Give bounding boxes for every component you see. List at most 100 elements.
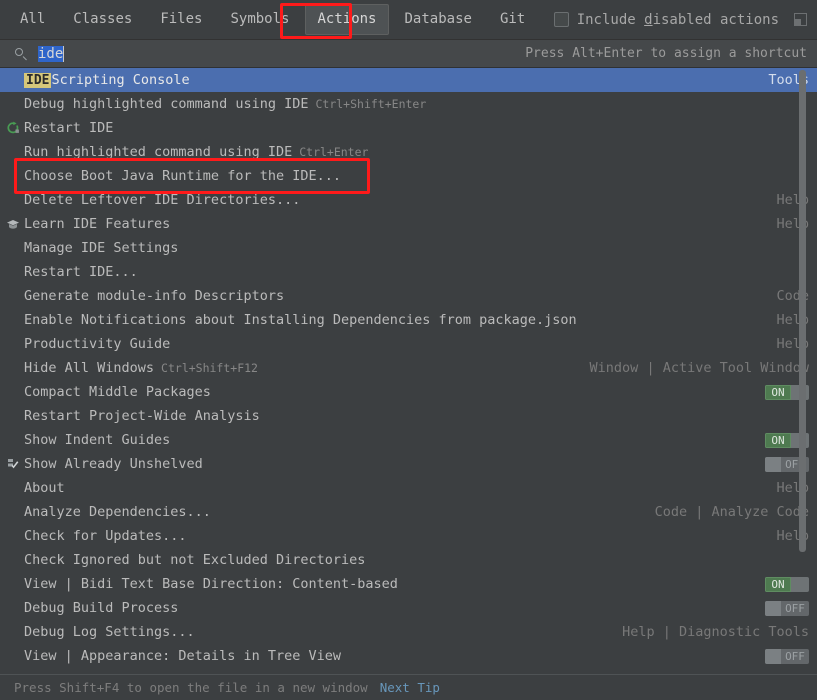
toggle-knob [765,601,781,616]
include-disabled-actions-label: Include disabled actions [576,11,779,28]
list-item[interactable]: Check Ignored but not Excluded Directori… [0,548,817,572]
tab-files[interactable]: Files [148,4,214,35]
row-gutter [2,500,24,524]
results-scrollbar[interactable] [799,68,806,674]
tab-actions[interactable]: Actions [305,4,389,35]
list-item[interactable]: Delete Leftover IDE Directories... Help [0,188,817,212]
graduation-cap-icon [2,212,24,236]
row-gutter [2,620,24,644]
row-gutter [2,332,24,356]
list-item[interactable]: Analyze Dependencies... Code | Analyze Co… [0,500,817,524]
row-gutter [2,644,24,668]
list-item[interactable]: Generate module-info Descriptors Code [0,284,817,308]
list-item[interactable]: Restart IDE... [0,260,817,284]
list-item[interactable]: Debug highlighted command using IDE Ctrl+… [0,92,817,116]
list-item-label: About [24,480,65,496]
toggle-knob [765,457,781,472]
list-item-label: Generate module-info Descriptors [24,288,285,304]
list-item-label: Check for Updates... [24,528,187,544]
search-icon-ring [15,47,23,56]
row-gutter [2,164,24,188]
list-item-label: Run highlighted command using IDE [24,144,293,160]
list-item[interactable]: View | Bidi Text Base Direction: Content… [0,572,817,596]
list-item-label: Hide All Windows [24,360,155,376]
include-disabled-actions-control[interactable]: Include disabled actions [553,11,785,28]
toggle-state-label: ON [765,433,791,448]
tab-git[interactable]: Git [488,4,537,35]
search-icon [14,47,28,61]
list-item[interactable]: Debug Build Process OFF [0,596,817,620]
list-item-label: Enable Notifications about Installing De… [24,312,577,328]
list-item[interactable]: IDE Scripting Console Tools [0,68,817,92]
row-gutter [2,188,24,212]
text-caret [63,45,65,62]
filter-icon[interactable] [791,10,811,30]
results-scrollbar-thumb[interactable] [799,70,806,552]
list-item[interactable]: Productivity Guide Help [0,332,817,356]
row-gutter [2,476,24,500]
row-gutter [2,92,24,116]
status-bar-text: Press Shift+F4 to open the file in a new… [14,680,368,695]
list-item-label: Restart IDE [24,120,114,136]
list-item-label: Restart IDE... [24,264,138,280]
list-item[interactable]: Choose Boot Java Runtime for the IDE... [0,164,817,188]
list-item-label: Scripting Console [51,72,190,88]
toggle-state-label: ON [765,577,791,592]
list-item-group-path: Help | Diagnostic Tools [622,624,809,640]
row-gutter [2,68,24,92]
list-item[interactable]: Show Already Unshelved OFF [0,452,817,476]
row-gutter [2,236,24,260]
list-item-shortcut: Ctrl+Shift+Enter [315,97,427,111]
list-item-label: Choose Boot Java Runtime for the IDE... [24,168,341,184]
list-item-label: Restart Project-Wide Analysis [24,408,260,424]
list-item-label: Learn IDE Features [24,216,171,232]
list-item-label: Delete Leftover IDE Directories... [24,192,301,208]
restart-icon [2,116,24,140]
shortcut-hint: Press Alt+Enter to assign a shortcut [525,46,807,61]
toggle-state-label: ON [765,385,791,400]
list-item[interactable]: View | Appearance: Details in Tree View O… [0,644,817,668]
results-list[interactable]: IDE Scripting Console Tools Debug highligh… [0,68,817,674]
tab-database[interactable]: Database [393,4,484,35]
list-item[interactable]: Run highlighted command using IDE Ctrl+En… [0,140,817,164]
list-item-label: Debug highlighted command using IDE [24,96,309,112]
row-gutter [2,356,24,380]
row-gutter [2,596,24,620]
next-tip-link[interactable]: Next Tip [380,680,440,695]
list-item-label: Analyze Dependencies... [24,504,211,520]
filter-icon-inner [795,18,801,25]
list-item[interactable]: Compact Middle Packages ON [0,380,817,404]
shelve-check-icon [2,452,24,476]
row-gutter [2,548,24,572]
search-input[interactable]: ide [38,45,64,62]
list-item[interactable]: Show Indent Guides ON [0,428,817,452]
search-icon-handle [22,55,27,60]
row-gutter [2,308,24,332]
list-item[interactable]: Restart IDE [0,116,817,140]
tab-classes[interactable]: Classes [61,4,144,35]
list-item-label: Debug Build Process [24,600,179,616]
list-item[interactable]: Debug Log Settings... Help | Diagnostic T… [0,620,817,644]
tab-all[interactable]: All [8,4,57,35]
tab-bar: All Classes Files Symbols Actions Database Git… [0,0,817,40]
row-gutter [2,140,24,164]
list-item[interactable]: Check for Updates... Help [0,524,817,548]
list-item[interactable]: About Help [0,476,817,500]
list-item-group-path: Window | Active Tool Window [589,360,809,376]
row-gutter [2,380,24,404]
list-item-label: View | Appearance: Details in Tree View [24,648,341,664]
row-gutter [2,524,24,548]
list-item-label: Productivity Guide [24,336,171,352]
list-item[interactable]: Manage IDE Settings [0,236,817,260]
list-item-label: Debug Log Settings... [24,624,195,640]
list-item[interactable]: Restart Project-Wide Analysis [0,404,817,428]
row-gutter [2,284,24,308]
list-item[interactable]: Enable Notifications about Installing De… [0,308,817,332]
tab-symbols[interactable]: Symbols [218,4,301,35]
list-item[interactable]: Learn IDE Features Help [0,212,817,236]
row-gutter [2,572,24,596]
search-row[interactable]: ide Press Alt+Enter to assign a shortcut [0,40,817,68]
include-disabled-actions-checkbox[interactable] [553,12,569,27]
list-item-shortcut: Ctrl+Shift+F12 [161,361,258,375]
list-item[interactable]: Hide All Windows Ctrl+Shift+F12 Window | A… [0,356,817,380]
